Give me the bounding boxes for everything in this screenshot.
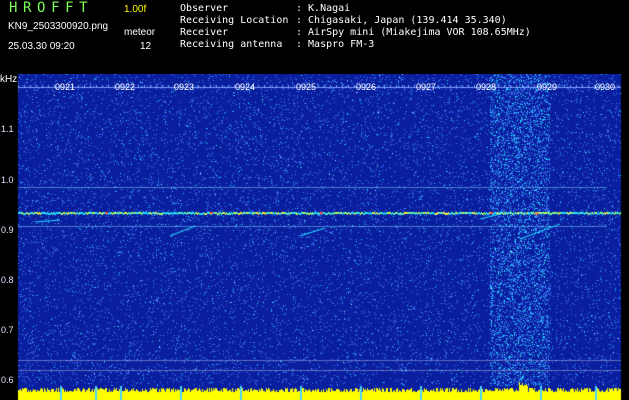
ytick-label: 0.9 (1, 225, 14, 235)
datetime-label: 25.03.30 09:20 (8, 41, 75, 52)
xtick-label: 0921 (55, 82, 76, 92)
observer-label: Observer (180, 3, 229, 14)
observer-value: : K.Nagai (296, 3, 351, 14)
header: HROFFT 1.00f KN9_2503300920.png meteor 2… (0, 0, 629, 74)
filename-label: KN9_2503300920.png (8, 21, 109, 32)
ytick-label: 1.1 (1, 124, 14, 134)
receiver-value: : AirSpy mini (Miakejima VOR 108.65MHz) (296, 27, 531, 38)
version-label: 1.00f (124, 4, 147, 15)
xtick-label: 0928 (476, 82, 497, 92)
ytick-label: 0.7 (1, 325, 14, 335)
xtick-label: 0930 (595, 82, 616, 92)
xtick-label: 0924 (235, 82, 256, 92)
xtick-label: 0927 (416, 82, 437, 92)
xtick-label: 0922 (115, 82, 136, 92)
xtick-label: 0926 (356, 82, 377, 92)
xtick-label: 0925 (296, 82, 317, 92)
location-value: : Chigasaki, Japan (139.414 35.340) (296, 15, 507, 26)
receiver-label: Receiver (180, 27, 229, 38)
xtick-label: 0929 (537, 82, 558, 92)
meteor-count: 12 (140, 41, 152, 52)
ytick-label: 1.0 (1, 175, 14, 185)
app-title: HROFFT (9, 0, 94, 16)
antenna-value: : Maspro FM-3 (296, 39, 375, 50)
xtick-label: 0923 (174, 82, 195, 92)
antenna-label: Receiving antenna (180, 39, 283, 50)
ytick-label: 0.8 (1, 275, 14, 285)
spectrogram-canvas (0, 74, 629, 400)
location-label: Receiving Location (180, 15, 289, 26)
meteor-label: meteor (124, 27, 156, 38)
ytick-label: 0.6 (1, 375, 14, 385)
frequency-unit-label: kHz (0, 74, 18, 85)
